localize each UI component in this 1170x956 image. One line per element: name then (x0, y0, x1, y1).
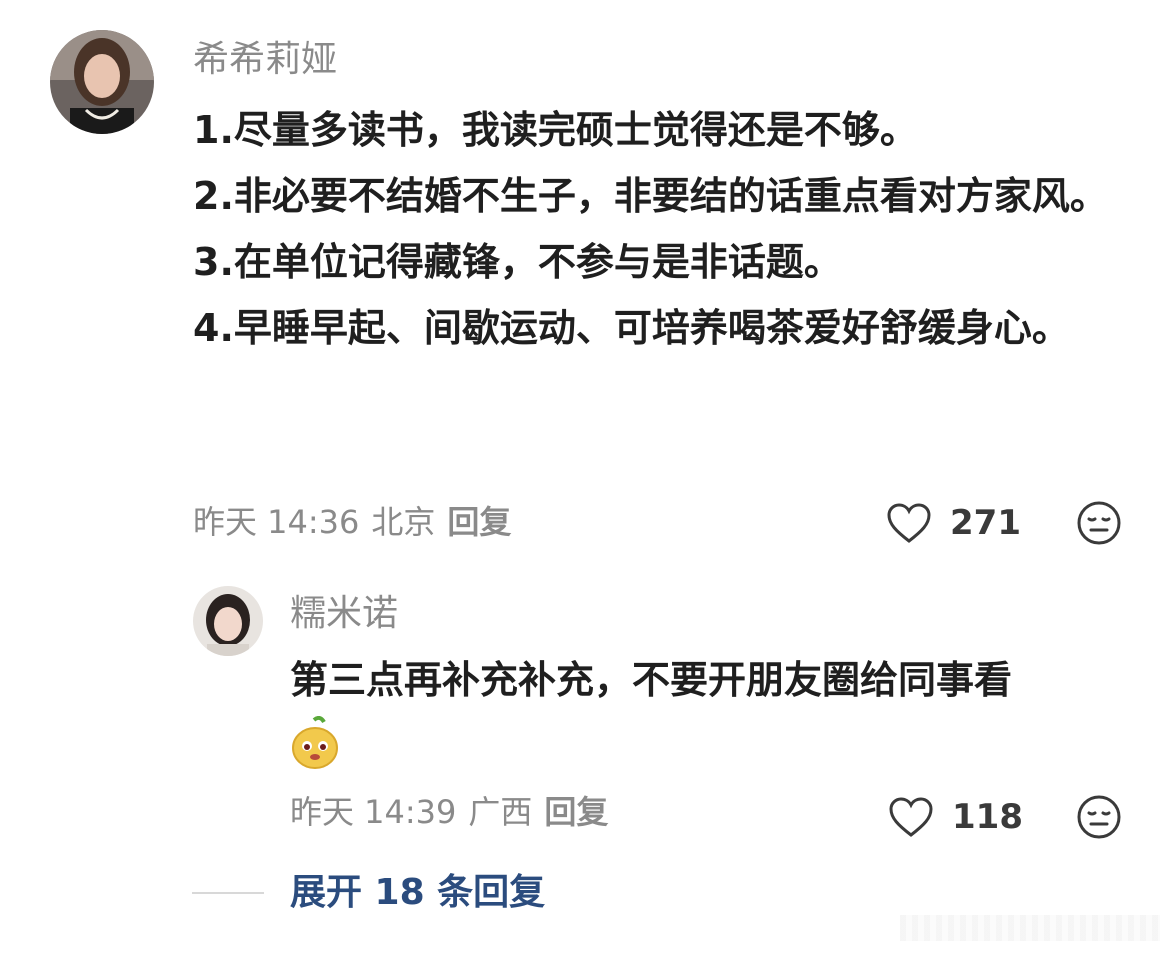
like-count: 271 (950, 503, 1021, 543)
reaction-button[interactable] (1076, 794, 1122, 844)
yellow-blob-emoji (290, 715, 340, 774)
watermark (900, 915, 1160, 941)
comment-line: 3.在单位记得藏锋，不参与是非话题。 (193, 240, 842, 284)
avatar[interactable] (50, 30, 154, 134)
avatar[interactable] (193, 586, 263, 656)
expressionless-face-icon (1077, 501, 1121, 545)
heart-icon (887, 503, 931, 543)
comment-line: 第三点再补充补充，不要开朋友圈给同事看 (290, 658, 1013, 702)
like-button[interactable]: 118 (888, 792, 1023, 842)
comment-line: 1.尽量多读书，我读完硕士觉得还是不够。 (193, 108, 918, 152)
username[interactable]: 希希莉娅 (193, 38, 337, 82)
comment-meta: 昨天 14:39 广西 回复 (290, 792, 620, 832)
heart-icon (889, 797, 933, 837)
location: 广西 (468, 793, 533, 831)
reply-button[interactable]: 回复 (544, 793, 608, 831)
divider (192, 892, 264, 894)
comment-text: 第三点再补充补充，不要开朋友圈给同事看 (290, 647, 1110, 713)
username[interactable]: 糯米诺 (290, 592, 398, 636)
comment-text: 1.尽量多读书，我读完硕士觉得还是不够。 2.非必要不结婚不生子，非要结的话重点… (193, 97, 1123, 361)
like-count: 118 (952, 797, 1023, 837)
expand-replies-button[interactable]: 展开 18 条回复 (290, 868, 545, 918)
timestamp: 昨天 14:39 (290, 793, 457, 831)
reply-button[interactable]: 回复 (447, 503, 511, 541)
reaction-button[interactable] (1076, 500, 1122, 550)
timestamp: 昨天 14:36 (193, 503, 360, 541)
comment-line: 2.非必要不结婚不生子，非要结的话重点看对方家风。 (193, 174, 1108, 218)
comment-line: 4.早睡早起、间歇运动、可培养喝茶爱好舒缓身心。 (193, 306, 1070, 350)
like-button[interactable]: 271 (886, 498, 1021, 548)
location: 北京 (371, 503, 436, 541)
expressionless-face-icon (1077, 795, 1121, 839)
comment-meta: 昨天 14:36 北京 回复 (193, 502, 523, 542)
